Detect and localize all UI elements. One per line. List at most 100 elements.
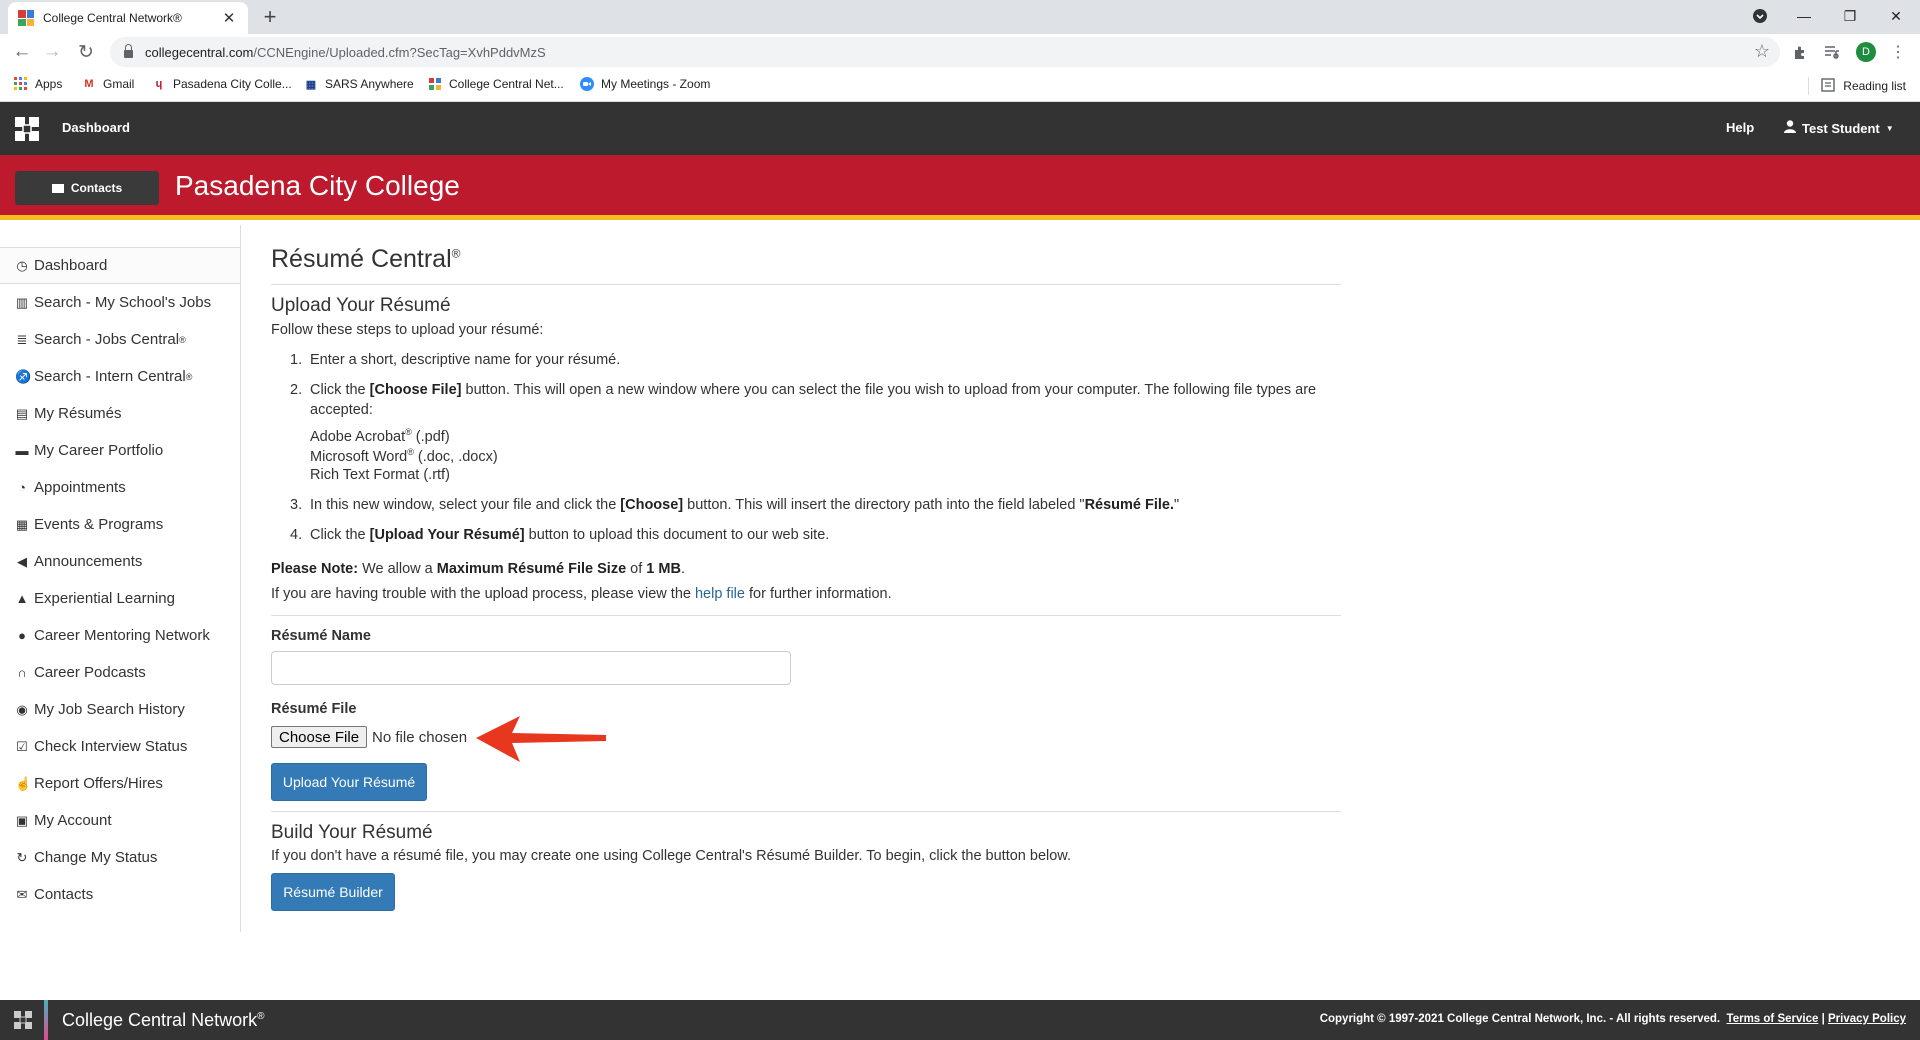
resume-name-input[interactable] <box>271 651 791 685</box>
address-bar[interactable]: collegecentral.com/CCNEngine/Uploaded.cf… <box>110 37 1780 67</box>
resume-name-label: Résumé Name <box>271 628 371 644</box>
media-queue-icon[interactable] <box>1818 38 1846 66</box>
ccn-logo-icon[interactable] <box>15 117 39 141</box>
bookmark-zoom[interactable]: My Meetings - Zoom <box>580 77 710 91</box>
institution-icon: ▥ <box>15 294 29 310</box>
sidebar-item-label: Experiential Learning <box>34 590 175 607</box>
bookmark-pasadena-city-college[interactable]: ɥ Pasadena City Colle... <box>152 77 292 91</box>
file-type-word: Microsoft Word® (.doc, .docx) <box>310 447 498 465</box>
terms-of-service-link[interactable]: Terms of Service <box>1727 1013 1819 1025</box>
sidebar-item[interactable]: ▣ My Account <box>0 802 240 839</box>
browser-menu-icon[interactable]: ⋮ <box>1884 38 1912 66</box>
browser-tabstrip: College Central Network® ✕ + — ❐ ✕ <box>0 0 1920 34</box>
sidebar-item[interactable]: ▬ My Career Portfolio <box>0 432 240 469</box>
sidebar-item-label: Change My Status <box>34 849 158 866</box>
nav-dashboard-link[interactable]: Dashboard <box>62 120 130 135</box>
divider <box>271 811 1341 812</box>
sidebar-item-label: Career Podcasts <box>34 664 146 681</box>
sidebar-item-label: Announcements <box>34 553 143 570</box>
user-name: Test Student <box>1802 120 1880 136</box>
browser-tab[interactable]: College Central Network® ✕ <box>8 2 248 34</box>
step-2-continued: accepted: <box>310 402 373 418</box>
bookmark-sars-anywhere[interactable]: ▦ SARS Anywhere <box>304 77 414 91</box>
site-footer: College Central Network® Copyright © 199… <box>0 1000 1920 1040</box>
page-title: Résumé Central® <box>271 245 461 273</box>
profile-avatar[interactable]: D <box>1852 38 1880 66</box>
user-menu[interactable]: Test Student ▼ <box>1784 120 1894 136</box>
sidebar-item[interactable]: ☑ Check Interview Status <box>0 728 240 765</box>
sidebar-item[interactable]: ● Career Mentoring Network <box>0 617 240 654</box>
account-icon: ▣ <box>15 812 29 828</box>
file-type-rtf: Rich Text Format (.rtf) <box>310 467 450 483</box>
refresh-icon: ↻ <box>16 849 28 865</box>
new-tab-icon[interactable]: + <box>258 4 282 30</box>
sidebar-item[interactable]: ◔ Appointments <box>0 469 240 506</box>
nav-help-link[interactable]: Help <box>1726 120 1754 135</box>
sidebar-item-label: Appointments <box>34 479 126 496</box>
tab-search-icon[interactable] <box>1748 0 1772 32</box>
dashboard-icon: ◷ <box>16 257 28 273</box>
user-icon <box>1784 120 1796 136</box>
choose-file-button[interactable]: Choose File <box>271 726 368 748</box>
no-file-chosen-text: No file chosen <box>372 728 468 746</box>
sidebar-item[interactable]: ▦ Events & Programs <box>0 506 240 543</box>
sidebar-item-label: Report Offers/Hires <box>34 775 163 792</box>
sidebar-item[interactable]: ◉ My Job Search History <box>0 691 240 728</box>
sidebar-item[interactable]: ◷ Dashboard <box>0 247 240 284</box>
divider <box>1808 77 1810 95</box>
sidebar-item[interactable]: ∩ Career Podcasts <box>0 654 240 691</box>
ccn-icon <box>428 77 442 91</box>
back-icon[interactable]: ← <box>8 38 36 66</box>
sidebar: ◷ Dashboard ▥ Search - My School's Jobs ≣ Sea… <box>0 225 241 932</box>
intern-icon: ♐ <box>15 368 32 384</box>
minimize-icon[interactable]: — <box>1792 0 1816 32</box>
upload-heading: Upload Your Résumé <box>271 295 451 316</box>
footer-copyright: Copyright © 1997-2021 College Central Ne… <box>1319 1013 1906 1025</box>
bookmark-star-icon[interactable]: ☆ <box>1754 41 1770 62</box>
reading-list-icon <box>1821 77 1835 95</box>
close-window-icon[interactable]: ✕ <box>1884 0 1908 32</box>
restore-icon[interactable]: ❐ <box>1838 0 1862 32</box>
extensions-icon[interactable] <box>1786 38 1814 66</box>
sidebar-item[interactable]: ✉ Contacts <box>0 876 240 913</box>
help-file-link[interactable]: help file <box>695 586 745 602</box>
reading-list[interactable]: Reading list <box>1808 77 1906 95</box>
divider <box>271 615 1341 616</box>
sidebar-item-label: Search - My School's Jobs <box>34 294 212 311</box>
ccn-footer-logo-icon <box>14 1011 32 1029</box>
privacy-policy-link[interactable]: Privacy Policy <box>1828 1013 1906 1025</box>
sidebar-item[interactable]: ≣ Search - Jobs Central ® <box>0 321 240 358</box>
step-4: 4. Click the [Upload Your Résumé] button … <box>290 527 830 543</box>
step-3: 3. In this new window, select your file a… <box>290 497 1180 513</box>
sidebar-item-label: Check Interview Status <box>34 738 188 755</box>
envelope-icon: ✉ <box>16 886 28 902</box>
sidebar-item[interactable]: ▤ My Résumés <box>0 395 240 432</box>
sidebar-item[interactable]: ♐ Search - Intern Central ® <box>0 358 240 395</box>
sidebar-item[interactable]: ☝ Report Offers/Hires <box>0 765 240 802</box>
bookmark-apps[interactable]: Apps <box>14 77 62 91</box>
sidebar-item[interactable]: ↻ Change My Status <box>0 839 240 876</box>
reload-icon[interactable]: ↻ <box>72 38 100 66</box>
footer-accent-stripe <box>44 1000 48 1040</box>
intro-text: Follow these steps to upload your résumé… <box>271 322 544 338</box>
bookmark-college-central[interactable]: College Central Net... <box>428 77 564 91</box>
sidebar-item[interactable]: ▥ Search - My School's Jobs <box>0 284 240 321</box>
close-tab-icon[interactable]: ✕ <box>220 9 238 27</box>
step-1: 1. Enter a short, descriptive name for yo… <box>290 352 621 368</box>
sidebar-item-label: My Job Search History <box>34 701 185 718</box>
upload-resume-button[interactable]: Upload Your Résumé <box>271 763 427 801</box>
sidebar-item[interactable]: ◀ Announcements <box>0 543 240 580</box>
forward-icon[interactable]: → <box>38 38 66 66</box>
sidebar-item-label: Search - Jobs Central <box>34 331 180 348</box>
thumbs-up-icon: ☝ <box>15 775 32 791</box>
briefcase-icon: ▬ <box>15 443 29 458</box>
envelope-icon <box>51 183 64 193</box>
bullhorn-icon: ◀ <box>17 553 27 569</box>
contacts-button[interactable]: Contacts <box>15 171 159 205</box>
sidebar-item[interactable]: ▲ Experiential Learning <box>0 580 240 617</box>
bookmark-gmail[interactable]: M Gmail <box>82 77 134 91</box>
sidebar-item-label: Contacts <box>34 886 94 903</box>
gmail-icon: M <box>84 78 94 90</box>
resume-builder-button[interactable]: Résumé Builder <box>271 873 395 911</box>
size-note: Please Note: We allow a Maximum Résumé F… <box>271 561 685 577</box>
